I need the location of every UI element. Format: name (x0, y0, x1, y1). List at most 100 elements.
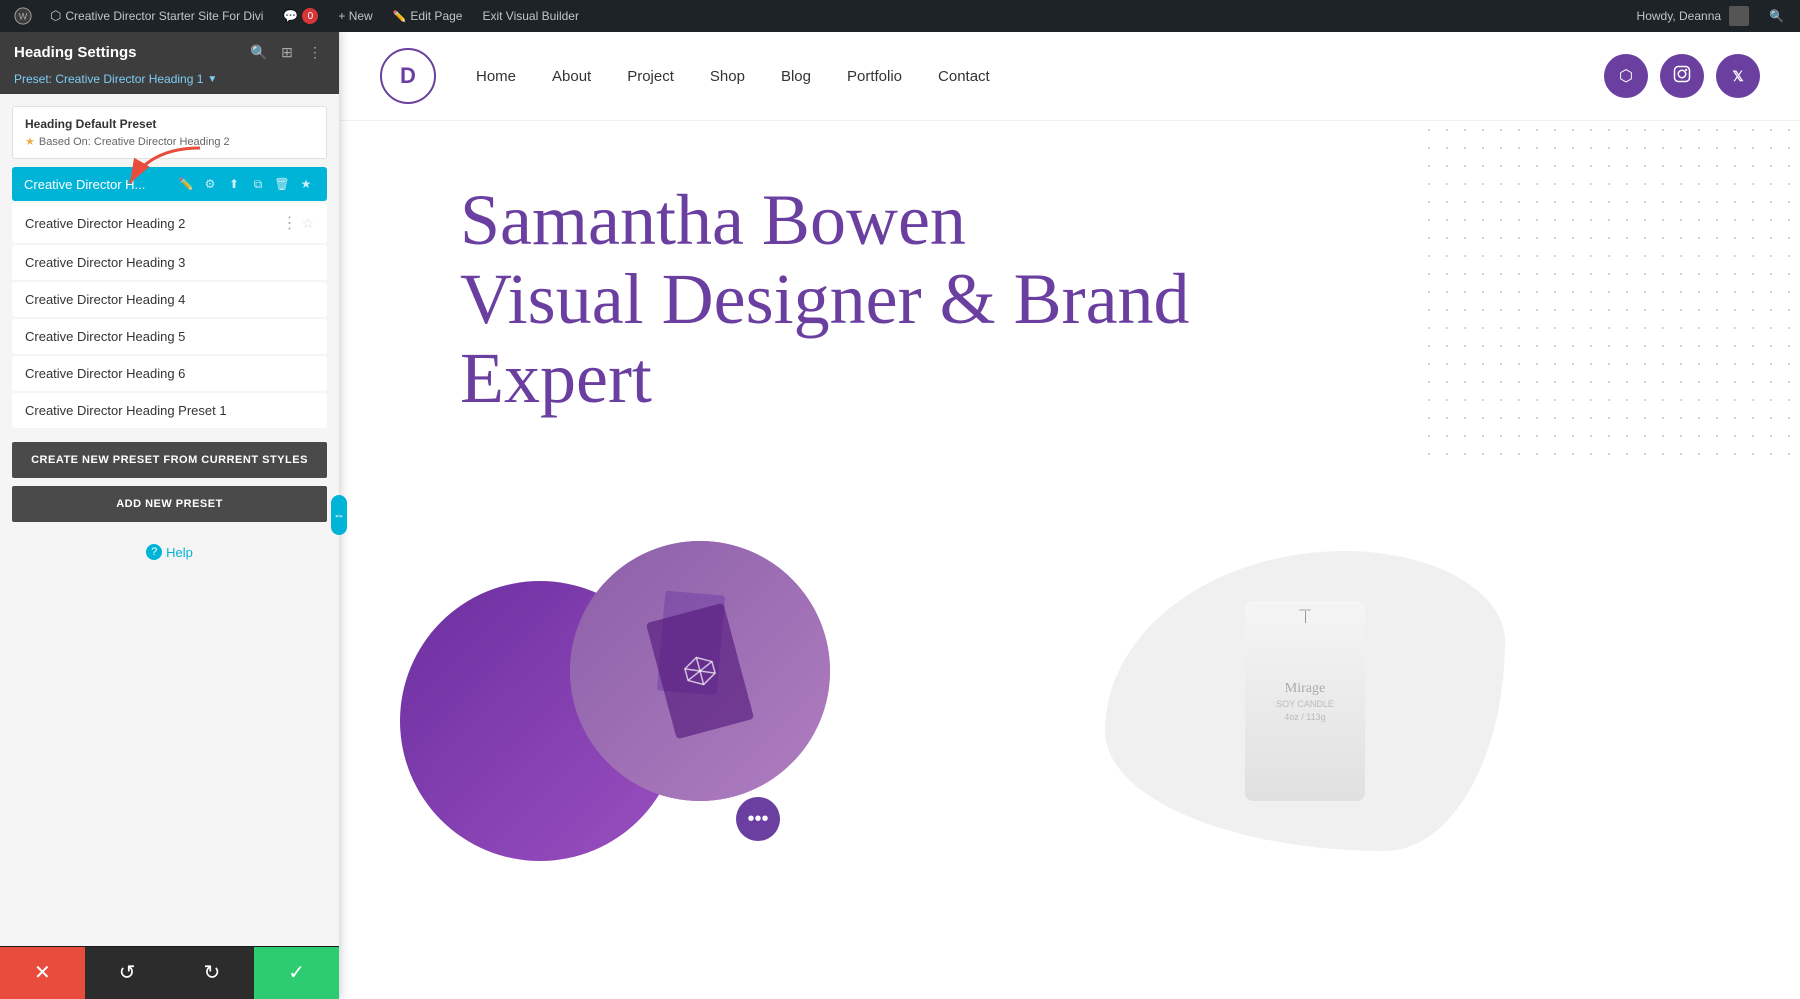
candle-product-image: Mirage SOY CANDLE 4oz / 113g (1245, 601, 1365, 801)
hero-line3: Expert (460, 338, 652, 418)
help-link[interactable]: ? Help (12, 544, 327, 560)
fab-button[interactable]: ••• (736, 797, 780, 841)
user-greeting: Howdy, Deanna (1637, 9, 1722, 23)
star-item-icon-0[interactable]: ☆ (301, 215, 314, 232)
preset-item-0[interactable]: Creative Director Heading 2 ⋮ ☆ (12, 203, 327, 243)
logo-letter: D (400, 63, 416, 89)
preset-item-3[interactable]: Creative Director Heading 5 (12, 319, 327, 354)
comment-icon: 💬 (283, 9, 298, 23)
portfolio-section: ••• Mirage SOY CANDLE 4oz / 113g (340, 541, 1800, 901)
add-preset-button[interactable]: ADD NEW PRESET (12, 486, 327, 522)
wp-logo[interactable]: W (8, 0, 38, 32)
main-layout: Heading Settings 🔍 ⊞ ⋮ Preset: Creative … (0, 32, 1800, 998)
help-icon: ? (146, 544, 162, 560)
more-options-icon-0[interactable]: ⋮ (281, 213, 297, 233)
preset-item-5[interactable]: Creative Director Heading Preset 1 (12, 393, 327, 428)
social-dribbble-btn[interactable]: ⬡ (1604, 54, 1648, 98)
preset-item-1[interactable]: Creative Director Heading 3 (12, 245, 327, 280)
howdy-label[interactable]: Howdy, Deanna (1629, 0, 1758, 32)
hero-line1: Samantha Bowen (460, 180, 966, 260)
site-logo[interactable]: D (380, 48, 436, 104)
upload-preset-icon[interactable]: ⬆ (225, 175, 243, 193)
site-name: Creative Director Starter Site For Divi (65, 9, 263, 23)
nav-home[interactable]: Home (476, 68, 516, 85)
social-twitter-btn[interactable]: 𝕏 (1716, 54, 1760, 98)
divi-icon: ⬡ (50, 8, 61, 24)
preset-item-label-4: Creative Director Heading 6 (25, 366, 314, 381)
svg-text:W: W (19, 12, 28, 22)
instagram-icon (1673, 65, 1691, 88)
panel-title: Heading Settings (14, 44, 137, 61)
blob-shape: Mirage SOY CANDLE 4oz / 113g (1105, 551, 1505, 851)
new-label: + New (338, 9, 372, 23)
preset-item-label-1: Creative Director Heading 3 (25, 255, 314, 270)
site-social: ⬡ 𝕏 (1604, 54, 1760, 98)
settings-preset-icon[interactable]: ⚙ (201, 175, 219, 193)
dot-pattern (1420, 121, 1800, 461)
help-label: Help (166, 545, 193, 560)
delete-preset-icon[interactable]: 🗑 (273, 175, 291, 193)
create-preset-button[interactable]: CREATE NEW PRESET FROM CURRENT STYLES (12, 442, 327, 478)
preset-item-4[interactable]: Creative Director Heading 6 (12, 356, 327, 391)
more-options-icon[interactable]: ⋮ (305, 42, 325, 62)
preset-item-label-0: Creative Director Heading 2 (25, 216, 281, 231)
panel-help: ? Help (0, 534, 339, 576)
comment-count: 0 (302, 8, 318, 24)
website-content: D Home About Project Shop Blog Portfolio… (340, 32, 1800, 998)
nav-portfolio[interactable]: Portfolio (847, 68, 902, 85)
new-content-link[interactable]: + New (330, 0, 380, 32)
search-admin-link[interactable]: 🔍 (1761, 0, 1792, 32)
portfolio-right: Mirage SOY CANDLE 4oz / 113g (870, 541, 1740, 861)
nav-contact[interactable]: Contact (938, 68, 990, 85)
admin-bar: W ⬡ Creative Director Starter Site For D… (0, 0, 1800, 32)
social-instagram-btn[interactable] (1660, 54, 1704, 98)
preset-item-actions: ✏️ ⚙ ⬆ ⧉ 🗑 ★ (177, 175, 315, 193)
nav-shop[interactable]: Shop (710, 68, 745, 85)
portfolio-left: ••• (400, 541, 830, 861)
circle-lavender (570, 541, 830, 801)
twitter-x-icon: 𝕏 (1732, 68, 1743, 85)
bottom-toolbar: ✕ ↺ ↻ ✓ (0, 946, 339, 998)
dribbble-icon: ⬡ (1619, 66, 1633, 86)
default-preset-section: Heading Default Preset ★ Based On: Creat… (12, 106, 327, 159)
grid-icon[interactable]: ⊞ (277, 42, 297, 62)
nav-blog[interactable]: Blog (781, 68, 811, 85)
more-icon: ••• (747, 808, 768, 831)
comments-link[interactable]: 💬 0 (275, 0, 326, 32)
edit-preset-icon[interactable]: ✏️ (177, 175, 195, 193)
preset-subtitle-label: Preset: Creative Director Heading 1 (14, 72, 203, 86)
close-button[interactable]: ✕ (0, 947, 85, 999)
based-on-text: ★ Based On: Creative Director Heading 2 (25, 135, 314, 148)
copy-preset-icon[interactable]: ⧉ (249, 175, 267, 193)
site-header: D Home About Project Shop Blog Portfolio… (340, 32, 1800, 121)
panel-resize-handle[interactable]: ⇔ (331, 495, 347, 535)
based-on-label: Based On: Creative Director Heading 2 (39, 136, 230, 148)
preset-subtitle[interactable]: Preset: Creative Director Heading 1 ▼ (0, 72, 339, 94)
avatar (1729, 6, 1749, 26)
star-icon: ★ (25, 135, 35, 148)
exit-builder-link[interactable]: Exit Visual Builder (474, 0, 587, 32)
redo-button[interactable]: ↻ (170, 947, 255, 999)
hero-text: Samantha Bowen Visual Designer & Brand E… (460, 181, 1260, 419)
hero-section: Samantha Bowen Visual Designer & Brand E… (340, 121, 1800, 541)
star-preset-icon[interactable]: ★ (297, 175, 315, 193)
active-preset-label: Creative Director H... (24, 177, 177, 192)
edit-page-link[interactable]: ✏️ Edit Page (385, 0, 471, 32)
preset-item-2[interactable]: Creative Director Heading 4 (12, 282, 327, 317)
preset-item-label-2: Creative Director Heading 4 (25, 292, 314, 307)
active-preset-item[interactable]: Creative Director H... ✏️ ⚙ ⬆ ⧉ 🗑 ★ (12, 167, 327, 201)
search-panel-icon[interactable]: 🔍 (249, 42, 269, 62)
nav-about[interactable]: About (552, 68, 591, 85)
search-icon: 🔍 (1769, 9, 1784, 23)
save-button[interactable]: ✓ (254, 947, 339, 999)
edit-page-label: Edit Page (410, 9, 462, 23)
panel-header: Heading Settings 🔍 ⊞ ⋮ (0, 32, 339, 72)
panel-body: Heading Default Preset ★ Based On: Creat… (0, 94, 339, 946)
nav-project[interactable]: Project (627, 68, 674, 85)
undo-button[interactable]: ↺ (85, 947, 170, 999)
preset-item-label-5: Creative Director Heading Preset 1 (25, 403, 314, 418)
site-name-link[interactable]: ⬡ Creative Director Starter Site For Div… (42, 0, 271, 32)
hero-line2: Visual Designer & Brand (460, 259, 1190, 339)
panel-buttons: CREATE NEW PRESET FROM CURRENT STYLES AD… (0, 430, 339, 534)
candle-label: Mirage SOY CANDLE 4oz / 113g (1276, 679, 1334, 724)
